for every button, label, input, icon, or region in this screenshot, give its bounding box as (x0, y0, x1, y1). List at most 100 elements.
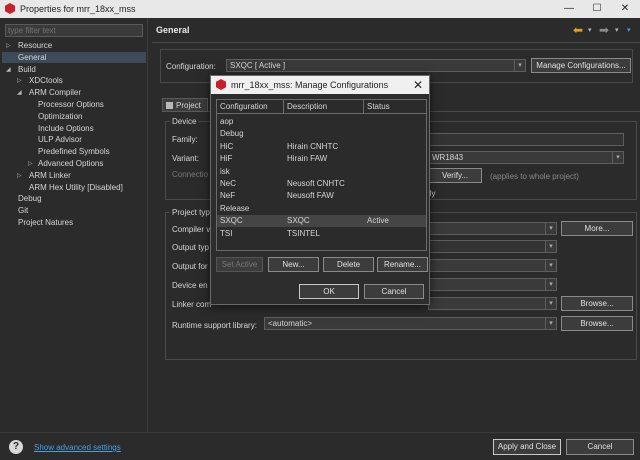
output-type-select[interactable] (428, 240, 555, 253)
collapsed-twisty-icon[interactable]: ▷ (17, 77, 22, 84)
tree-item-label: Predefined Symbols (38, 147, 110, 157)
delete-configuration-button[interactable]: Delete (323, 257, 374, 272)
tree-item[interactable]: ▷ Resource (2, 40, 146, 51)
verify-button[interactable]: Verify... (428, 168, 482, 183)
column-header-configuration[interactable]: Configuration (217, 100, 284, 114)
dialog-close-icon[interactable]: ✕ (413, 78, 423, 92)
configuration-description: SXQC (287, 216, 310, 226)
tree-item-label: Optimization (38, 111, 83, 121)
tree-item[interactable]: General (2, 51, 146, 63)
tree-item[interactable]: ▷ ARM Linker (2, 170, 146, 181)
collapsed-twisty-icon[interactable]: ▷ (6, 42, 11, 49)
apply-and-close-button[interactable]: Apply and Close (493, 439, 561, 455)
back-menu-chevron-icon[interactable]: ▾ (588, 26, 592, 34)
cancel-button[interactable]: Cancel (566, 439, 634, 455)
show-advanced-settings-link[interactable]: Show advanced settings (34, 443, 121, 452)
expanded-twisty-icon[interactable]: ◢ (6, 66, 11, 73)
column-header-description[interactable]: Description (284, 100, 364, 114)
collapsed-twisty-icon[interactable]: ▷ (17, 172, 22, 179)
configuration-row[interactable]: HiF Hirain FAW (217, 153, 426, 165)
window-title: Properties for mrr_18xx_mss (20, 4, 136, 14)
browse-runtime-button[interactable]: Browse... (561, 316, 633, 331)
browse-linker-button[interactable]: Browse... (561, 296, 633, 311)
variant-dropdown-icon[interactable]: ▾ (612, 151, 624, 164)
tree-item[interactable]: Git (2, 205, 146, 216)
device-endianness-dropdown-icon[interactable]: ▾ (545, 278, 557, 291)
configuration-select[interactable]: SXQC [ Active ] (226, 59, 516, 72)
tree-item-label: Include Options (38, 123, 94, 133)
tree-item[interactable]: ULP Advisor (2, 134, 146, 145)
close-window-button[interactable]: ✕ (612, 0, 638, 18)
device-endianness-select[interactable] (428, 278, 555, 291)
tree-item-label: ARM Hex Utility [Disabled] (29, 182, 123, 192)
tree-item[interactable]: ◢ Build (2, 64, 146, 75)
configuration-name: aop (220, 117, 234, 126)
configuration-name: NeC (220, 179, 237, 188)
family-select[interactable] (428, 133, 624, 146)
tree-item[interactable]: Processor Options (2, 99, 146, 110)
minimize-button[interactable]: — (556, 0, 582, 18)
device-endianness-label: Device en (172, 281, 208, 290)
tree-item-label: Git (18, 206, 29, 216)
more-button[interactable]: More... (561, 221, 633, 236)
set-active-button[interactable]: Set Active (216, 257, 263, 272)
dialog-cancel-button[interactable]: Cancel (364, 284, 424, 299)
configuration-row[interactable]: TSI TSINTEL (217, 228, 426, 240)
output-format-dropdown-icon[interactable]: ▾ (545, 259, 557, 272)
new-configuration-button[interactable]: New... (268, 257, 319, 272)
tree-item[interactable]: ▷ Advanced Options (2, 158, 146, 169)
output-type-dropdown-icon[interactable]: ▾ (545, 240, 557, 253)
help-icon[interactable]: ? (9, 440, 23, 454)
compiler-dropdown-icon[interactable]: ▾ (545, 222, 557, 235)
tree-item[interactable]: Predefined Symbols (2, 146, 146, 157)
tree-item[interactable]: Debug (2, 193, 146, 204)
footer-bar: ? Show advanced settings Apply and Close… (0, 432, 640, 460)
configuration-row[interactable]: SXQC SXQC Active (217, 215, 426, 228)
forward-menu-chevron-icon[interactable]: ▾ (615, 26, 619, 34)
configuration-row[interactable]: aop (217, 116, 426, 128)
runtime-library-select[interactable]: <automatic> (264, 317, 555, 330)
output-format-select[interactable] (428, 259, 555, 272)
configuration-status: Active (367, 216, 389, 226)
family-label: Family: (172, 135, 198, 144)
configuration-row[interactable]: isk (217, 166, 426, 178)
tree-item[interactable]: Project Natures (2, 217, 146, 228)
dialog-title: mrr_18xx_mss: Manage Configurations (231, 80, 389, 90)
column-header-status[interactable]: Status (364, 100, 426, 114)
configuration-dropdown-icon[interactable]: ▾ (514, 59, 526, 72)
tree-item-label: Processor Options (38, 100, 104, 109)
manage-configurations-button[interactable]: Manage Configurations... (531, 58, 631, 73)
tree-item[interactable]: ◢ ARM Compiler (2, 87, 146, 98)
device-group-label: Device (170, 117, 199, 126)
configuration-description: Hirain FAW (287, 154, 328, 164)
configuration-row[interactable]: NeC Neusoft CNHTC (217, 178, 426, 190)
tree-item[interactable]: ARM Hex Utility [Disabled] (2, 182, 146, 193)
expanded-twisty-icon[interactable]: ◢ (17, 89, 22, 96)
runtime-library-dropdown-icon[interactable]: ▾ (545, 317, 557, 330)
configuration-name: NeF (220, 191, 236, 201)
variant-select[interactable]: WR1843 (428, 151, 615, 164)
back-arrow-icon[interactable]: ⬅ (573, 23, 583, 37)
configuration-label: Configuration: (166, 62, 216, 71)
ok-button[interactable]: OK (299, 284, 359, 299)
project-type-label: Project typ (170, 208, 212, 217)
configuration-row[interactable]: Release (217, 203, 426, 215)
tab-project[interactable]: Project (162, 98, 208, 112)
collapsed-twisty-icon[interactable]: ▷ (28, 160, 33, 167)
rename-configuration-button[interactable]: Rename... (377, 257, 428, 272)
maximize-button[interactable]: ☐ (584, 0, 610, 18)
tree-item-label: XDCtools (29, 76, 63, 86)
filter-input[interactable] (5, 24, 143, 37)
configuration-row[interactable]: Debug (217, 128, 426, 140)
linker-command-input[interactable] (428, 297, 555, 310)
output-type-label: Output typ (172, 243, 209, 252)
view-menu-icon[interactable]: ▾ (627, 26, 631, 34)
tree-item[interactable]: Optimization (2, 111, 146, 122)
tree-item[interactable]: Include Options (2, 123, 146, 134)
configuration-row[interactable]: HiC Hirain CNHTC (217, 141, 426, 153)
configuration-row[interactable]: NeF Neusoft FAW (217, 190, 426, 202)
tree-item[interactable]: ▷ XDCtools (2, 75, 146, 86)
compiler-select[interactable] (428, 222, 555, 235)
forward-arrow-icon[interactable]: ➡ (599, 23, 609, 37)
linker-command-dropdown-icon[interactable]: ▾ (545, 297, 557, 310)
